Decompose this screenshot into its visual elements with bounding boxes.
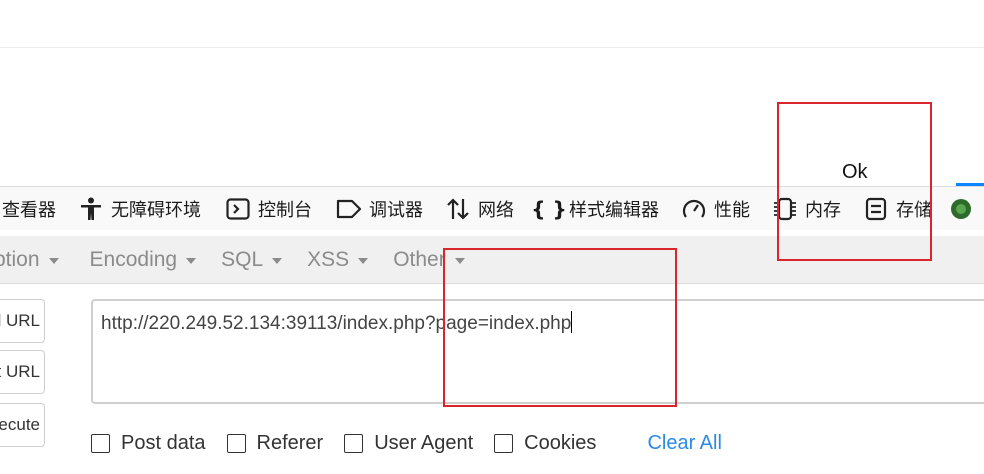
menu-encoding[interactable]: Encoding bbox=[90, 248, 197, 272]
request-options: Post data Referer User Agent Cookies Cle… bbox=[91, 432, 722, 455]
tab-storage[interactable]: 存储 bbox=[863, 187, 932, 231]
menu-label-encryption: ption bbox=[0, 247, 40, 271]
chevron-down-icon bbox=[358, 257, 369, 264]
tab-performance[interactable]: 性能 bbox=[681, 187, 750, 231]
chevron-down-icon bbox=[48, 257, 59, 264]
memory-icon bbox=[772, 196, 798, 222]
option-label: Referer bbox=[256, 432, 324, 454]
tab-debugger[interactable]: 调试器 bbox=[336, 187, 423, 231]
execute-button[interactable]: ecute bbox=[0, 403, 45, 447]
chevron-down-icon bbox=[272, 257, 283, 264]
url-input-text: http://220.249.52.134:39113/index.php?pa… bbox=[101, 313, 572, 334]
performance-icon bbox=[681, 196, 707, 222]
hackbar-menu-bar: ption Encoding SQL XSS Other bbox=[0, 236, 984, 284]
tab-label-style-editor: 样式编辑器 bbox=[569, 199, 659, 221]
user-agent-checkbox[interactable] bbox=[344, 434, 364, 453]
devtools-toolbar: 查看器 无障碍环境 控制台 调试器 网络 { } 样式编辑器 性能 内存 存储 bbox=[0, 186, 984, 230]
storage-icon bbox=[863, 196, 889, 222]
option-label: Post data bbox=[121, 432, 206, 454]
tab-label-performance: 性能 bbox=[714, 199, 750, 221]
page-output-text: Ok bbox=[842, 161, 868, 183]
option-cookies[interactable]: Cookies bbox=[494, 432, 596, 455]
tab-label-console: 控制台 bbox=[258, 199, 312, 221]
extension-icon bbox=[948, 196, 974, 222]
tab-label-debugger: 调试器 bbox=[369, 199, 423, 221]
tab-label-inspector: 查看器 bbox=[2, 199, 56, 221]
menu-xss[interactable]: XSS bbox=[307, 247, 369, 272]
load-url-button[interactable]: ad URL bbox=[0, 299, 45, 343]
option-post-data[interactable]: Post data bbox=[91, 432, 206, 455]
cookies-checkbox[interactable] bbox=[494, 434, 514, 453]
tab-console[interactable]: 控制台 bbox=[225, 187, 312, 231]
menu-other[interactable]: Other bbox=[393, 248, 465, 272]
option-label: User Agent bbox=[374, 432, 474, 454]
split-url-button[interactable]: it URL bbox=[0, 350, 45, 394]
tab-accessibility[interactable]: 无障碍环境 bbox=[78, 187, 201, 231]
style-editor-icon: { } bbox=[531, 196, 567, 221]
menu-label-sql: SQL bbox=[221, 247, 264, 271]
referer-checkbox[interactable] bbox=[226, 434, 246, 453]
menu-label-xss: XSS bbox=[307, 247, 350, 271]
console-icon bbox=[225, 196, 251, 222]
option-referer[interactable]: Referer bbox=[226, 432, 324, 455]
option-user-agent[interactable]: User Agent bbox=[344, 432, 473, 455]
tab-label-network: 网络 bbox=[478, 199, 514, 221]
clear-all-link[interactable]: Clear All bbox=[647, 432, 721, 455]
debugger-icon bbox=[336, 196, 362, 222]
post-data-checkbox[interactable] bbox=[91, 434, 110, 453]
tab-memory[interactable]: 内存 bbox=[772, 187, 841, 231]
tab-extension[interactable] bbox=[948, 187, 981, 231]
page-header-area bbox=[0, 0, 984, 48]
text-cursor bbox=[571, 311, 573, 333]
chevron-down-icon bbox=[454, 257, 465, 264]
tab-label-accessibility: 无障碍环境 bbox=[111, 199, 201, 221]
network-icon bbox=[445, 196, 471, 222]
tab-label-storage: 存储 bbox=[896, 199, 932, 221]
tab-style-editor[interactable]: { } 样式编辑器 bbox=[531, 187, 659, 231]
menu-label-encoding: Encoding bbox=[89, 247, 178, 271]
menu-label-other: Other bbox=[393, 247, 446, 271]
url-input[interactable]: http://220.249.52.134:39113/index.php?pa… bbox=[91, 299, 984, 404]
chevron-down-icon bbox=[186, 257, 197, 264]
menu-encryption[interactable]: ption bbox=[0, 248, 59, 272]
tab-label-memory: 内存 bbox=[805, 199, 841, 221]
tab-inspector[interactable]: 查看器 bbox=[2, 187, 56, 231]
menu-sql[interactable]: SQL bbox=[221, 247, 283, 272]
option-label: Cookies bbox=[524, 432, 597, 454]
accessibility-icon bbox=[78, 196, 104, 222]
tab-network[interactable]: 网络 bbox=[445, 187, 514, 231]
